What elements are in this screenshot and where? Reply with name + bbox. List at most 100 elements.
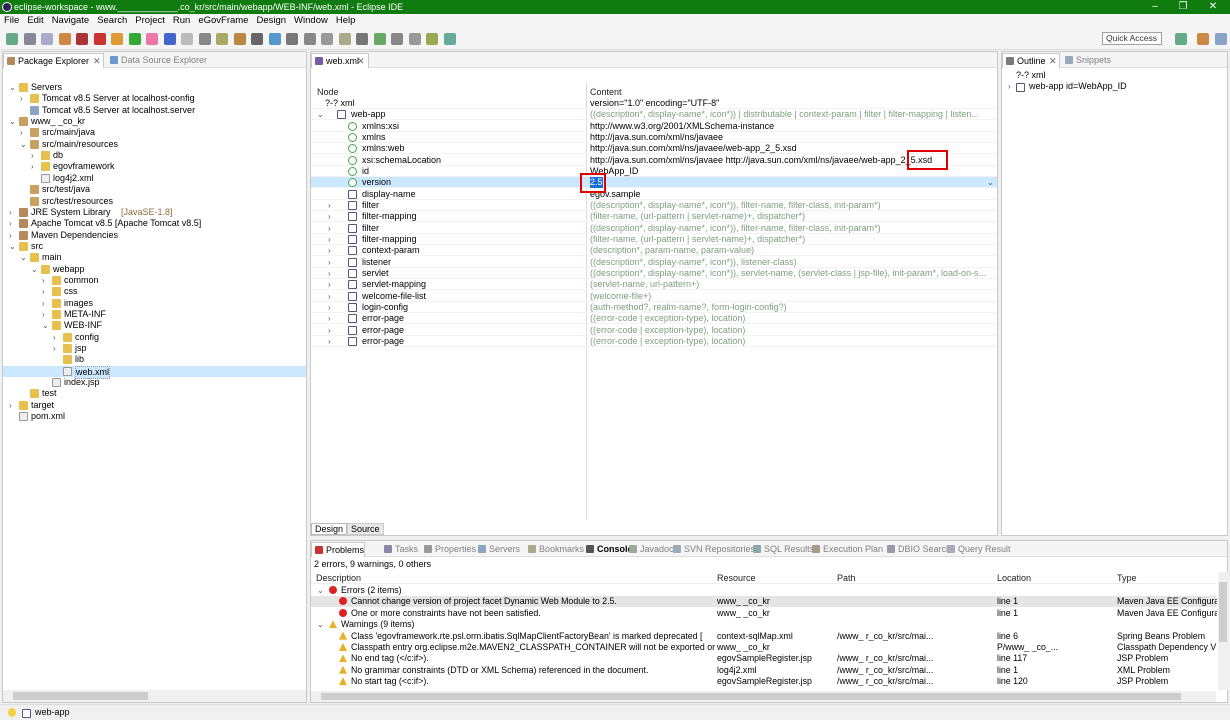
column-header-content[interactable]: Content	[590, 87, 622, 97]
toolbar-icon[interactable]	[426, 33, 438, 45]
toolbar-icon[interactable]	[181, 33, 193, 45]
chevron-right-icon[interactable]: ›	[31, 150, 34, 161]
tree-item[interactable]: index.jsp	[3, 377, 306, 388]
chevron-right-icon[interactable]: ›	[42, 309, 45, 320]
scrollbar-thumb[interactable]	[13, 692, 148, 700]
chevron-down-icon[interactable]: ⌄	[9, 116, 16, 127]
column-header-node[interactable]: Node	[317, 87, 339, 97]
menu-item-egovframe[interactable]: eGovFrame	[194, 14, 252, 28]
tree-item[interactable]: ⌄ main	[3, 252, 306, 263]
tree-item[interactable]: › jsp	[3, 343, 306, 354]
tree-item[interactable]: test	[3, 388, 306, 399]
problem-row[interactable]: Class 'egovframework.rte.psl.orm.ibatis.…	[311, 631, 1216, 642]
chevron-down-icon[interactable]: ⌄	[42, 320, 49, 331]
tab-design[interactable]: Design	[311, 523, 348, 535]
toolbar-icon[interactable]	[443, 33, 456, 45]
design-row[interactable]: › servlet ((description*, display-name*, i…	[311, 268, 997, 279]
design-row[interactable]: ?-? xml version="1.0" encoding="UTF-8"	[311, 98, 997, 109]
column-header-path[interactable]: Path	[837, 573, 856, 583]
outline-item[interactable]: ?-? xml	[1016, 70, 1046, 81]
toolbar-icon[interactable]	[128, 33, 141, 45]
tree-item[interactable]: src/test/resources	[3, 196, 306, 207]
chevron-right-icon[interactable]: ›	[328, 200, 331, 211]
design-row[interactable]: xsi:schemaLocation http://java.sun.com/xm…	[311, 155, 997, 166]
perspective-icon[interactable]	[1215, 33, 1227, 45]
toolbar-icon[interactable]	[216, 33, 228, 45]
toolbar-icon[interactable]	[163, 33, 176, 45]
toolbar-icon[interactable]	[303, 33, 316, 45]
tab-web-xml[interactable]: web.xml ✕	[311, 53, 369, 68]
tab-source[interactable]: Source	[347, 523, 384, 535]
chevron-right-icon[interactable]: ›	[328, 223, 331, 234]
tab-svn-repositories[interactable]: SVN Repositories	[670, 542, 755, 557]
toolbar-icon[interactable]	[93, 33, 106, 45]
toolbar-icon[interactable]	[356, 33, 368, 45]
tree-item[interactable]: ⌄ src/main/resources	[3, 139, 306, 150]
tree-item[interactable]: › db	[3, 150, 306, 161]
design-row[interactable]: › servlet-mapping (servlet-name, url-patte…	[311, 279, 997, 291]
chevron-right-icon[interactable]: ›	[328, 325, 331, 336]
chevron-right-icon[interactable]: ›	[328, 302, 331, 313]
menu-item-window[interactable]: Window	[290, 14, 332, 28]
tree-item[interactable]: Tomcat v8.5 Server at localhost.server	[3, 105, 306, 116]
chevron-right-icon[interactable]: ›	[328, 291, 331, 302]
chevron-right-icon[interactable]: ›	[20, 127, 23, 138]
chevron-right-icon[interactable]: ›	[9, 218, 12, 229]
tree-item[interactable]: › Tomcat v8.5 Server at localhost-config	[3, 93, 306, 104]
chevron-right-icon[interactable]: ›	[42, 286, 45, 297]
tree-item[interactable]: › src/main/java	[3, 127, 306, 138]
design-row[interactable]: › login-config (auth-method?, realm-name?,…	[311, 302, 997, 313]
chevron-right-icon[interactable]: ›	[328, 279, 331, 290]
menu-item-file[interactable]: File	[0, 14, 23, 28]
chevron-down-icon[interactable]: ⌄	[317, 585, 324, 596]
toolbar-icon[interactable]	[76, 33, 88, 45]
toolbar-icon[interactable]	[111, 33, 123, 45]
quick-access-field[interactable]: Quick Access	[1102, 32, 1162, 45]
chevron-right-icon[interactable]: ›	[53, 332, 56, 343]
column-header-resource[interactable]: Resource	[717, 573, 756, 583]
design-row[interactable]: › listener ((description*, display-name*, …	[311, 257, 997, 268]
column-header-location[interactable]: Location	[997, 573, 1031, 583]
chevron-down-icon[interactable]: ⌄	[317, 619, 324, 630]
tab-servers[interactable]: Servers	[475, 542, 520, 557]
toolbar-icon[interactable]	[338, 33, 351, 45]
design-row[interactable]: xmlns:web http://java.sun.com/xml/ns/java…	[311, 143, 997, 155]
design-row[interactable]: xmlns http://java.sun.com/xml/ns/javaee	[311, 132, 997, 143]
chevron-right-icon[interactable]: ›	[328, 234, 331, 245]
tab-tasks[interactable]: Tasks	[381, 542, 418, 557]
horizontal-scrollbar[interactable]	[311, 691, 1216, 702]
tree-item[interactable]: › Maven Dependencies	[3, 230, 306, 241]
design-row[interactable]: › filter-mapping (filter-name, (url-patter…	[311, 234, 997, 245]
perspective-icon[interactable]	[1175, 33, 1187, 45]
chevron-right-icon[interactable]: ›	[9, 230, 12, 241]
tree-item[interactable]: ⌄ src	[3, 241, 306, 252]
menu-item-search[interactable]: Search	[93, 14, 131, 28]
chevron-down-icon[interactable]: ⌄	[317, 109, 324, 120]
dropdown-icon[interactable]: ⌄	[987, 177, 994, 188]
outline-item[interactable]: web-app id=WebApp_ID	[1029, 81, 1127, 92]
toolbar-icon[interactable]	[23, 33, 36, 45]
tree-item[interactable]: › images	[3, 298, 306, 309]
design-row[interactable]: display-name egov.sample	[311, 189, 997, 200]
toolbar-icon[interactable]	[6, 33, 18, 45]
menu-item-project[interactable]: Project	[131, 14, 169, 28]
tree-item[interactable]: › config	[3, 332, 306, 343]
tree-item[interactable]: ⌄ Servers	[3, 82, 306, 93]
tree-item[interactable]: › css	[3, 286, 306, 297]
chevron-down-icon[interactable]: ⌄	[9, 82, 16, 93]
perspective-icon[interactable]	[1197, 33, 1209, 45]
tree-item[interactable]: pom.xml	[3, 411, 306, 422]
close-button[interactable]: ✕	[1198, 0, 1228, 14]
problem-row[interactable]: No grammar constraints (DTD or XML Schem…	[311, 665, 1216, 676]
chevron-right-icon[interactable]: ›	[328, 313, 331, 324]
problem-row[interactable]: No end tag (</c:if>). egovSampleRegister.…	[311, 653, 1216, 664]
chevron-right-icon[interactable]: ›	[31, 161, 34, 172]
chevron-right-icon[interactable]: ›	[53, 343, 56, 354]
chevron-right-icon[interactable]: ›	[328, 268, 331, 279]
toolbar-icon[interactable]	[41, 33, 53, 45]
tree-item[interactable]: ⌄ WEB-INF	[3, 320, 306, 331]
chevron-right-icon[interactable]: ›	[328, 211, 331, 222]
design-row[interactable]: › filter ((description*, display-name*, ic…	[311, 200, 997, 211]
chevron-right-icon[interactable]: ›	[328, 336, 331, 347]
toolbar-icon[interactable]	[373, 33, 386, 45]
